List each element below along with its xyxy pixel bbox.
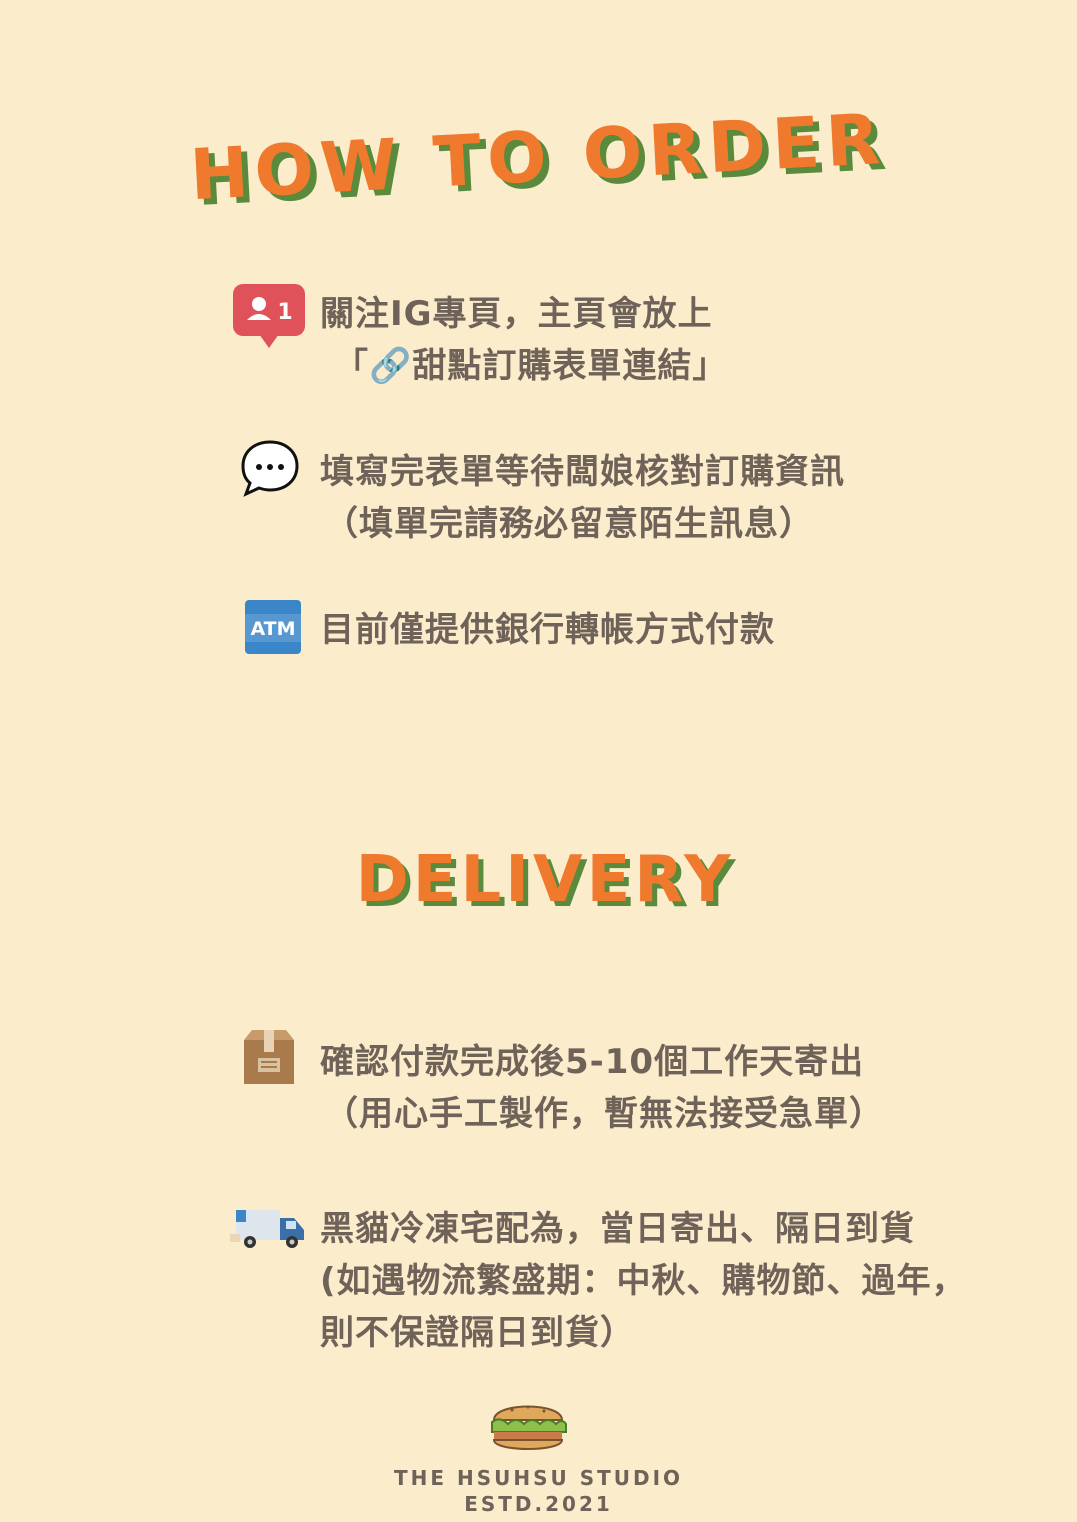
svg-text:1: 1 [277,300,292,325]
order-step-1-line1: 關注IG專頁，主頁會放上 [320,294,713,334]
delivery-step-2-line1: 黑貓冷凍宅配為，當日寄出、隔日到貨 [320,1209,915,1249]
delivery-step-2: 黑貓冷凍宅配為，當日寄出、隔日到貨 (如遇物流繁盛期：中秋、購物節、過年， 則不… [320,1203,967,1359]
order-step-1-line2: 「🔗甜點訂購表單連結」 [334,346,728,386]
chat-bubble-icon [240,438,300,498]
order-step-2-line2: （填單完請務必留意陌生訊息） [324,504,814,544]
studio-name: THE HSUHSU STUDIO [393,1466,684,1490]
delivery-title: DELIVERY [356,843,735,917]
delivery-step-1-line2: （用心手工製作，暫無法接受急單） [324,1094,884,1134]
delivery-step-2-line2: (如遇物流繁盛期：中秋、購物節、過年， [320,1261,967,1301]
established-year: ESTD.2021 [464,1492,613,1516]
order-step-1: 關注IG專頁，主頁會放上 「🔗甜點訂購表單連結」 [320,288,727,392]
order-step-2-line1: 填寫完表單等待闆娘核對訂購資訊 [320,452,845,492]
order-step-3-line1: 目前僅提供銀行轉帳方式付款 [320,610,775,650]
delivery-truck-icon [230,1204,308,1250]
sandwich-icon [488,1394,568,1456]
delivery-step-2-line3: 則不保證隔日到貨） [320,1313,635,1353]
package-box-icon [240,1028,298,1086]
svg-text:ATM: ATM [250,618,295,640]
order-step-2: 填寫完表單等待闆娘核對訂購資訊 （填單完請務必留意陌生訊息） [320,446,845,550]
delivery-step-1-line1: 確認付款完成後5-10個工作天寄出 [320,1042,865,1082]
follower-notification-icon: 1 [233,284,305,350]
order-step-3: 目前僅提供銀行轉帳方式付款 [320,604,775,656]
atm-icon: ATM [245,600,301,654]
how-to-order-heading: HOW TO ORDER HOW TO ORDER [0,95,1077,225]
delivery-heading: DELIVERY DELIVERY [0,830,1077,930]
delivery-step-1: 確認付款完成後5-10個工作天寄出 （用心手工製作，暫無法接受急單） [320,1036,884,1140]
